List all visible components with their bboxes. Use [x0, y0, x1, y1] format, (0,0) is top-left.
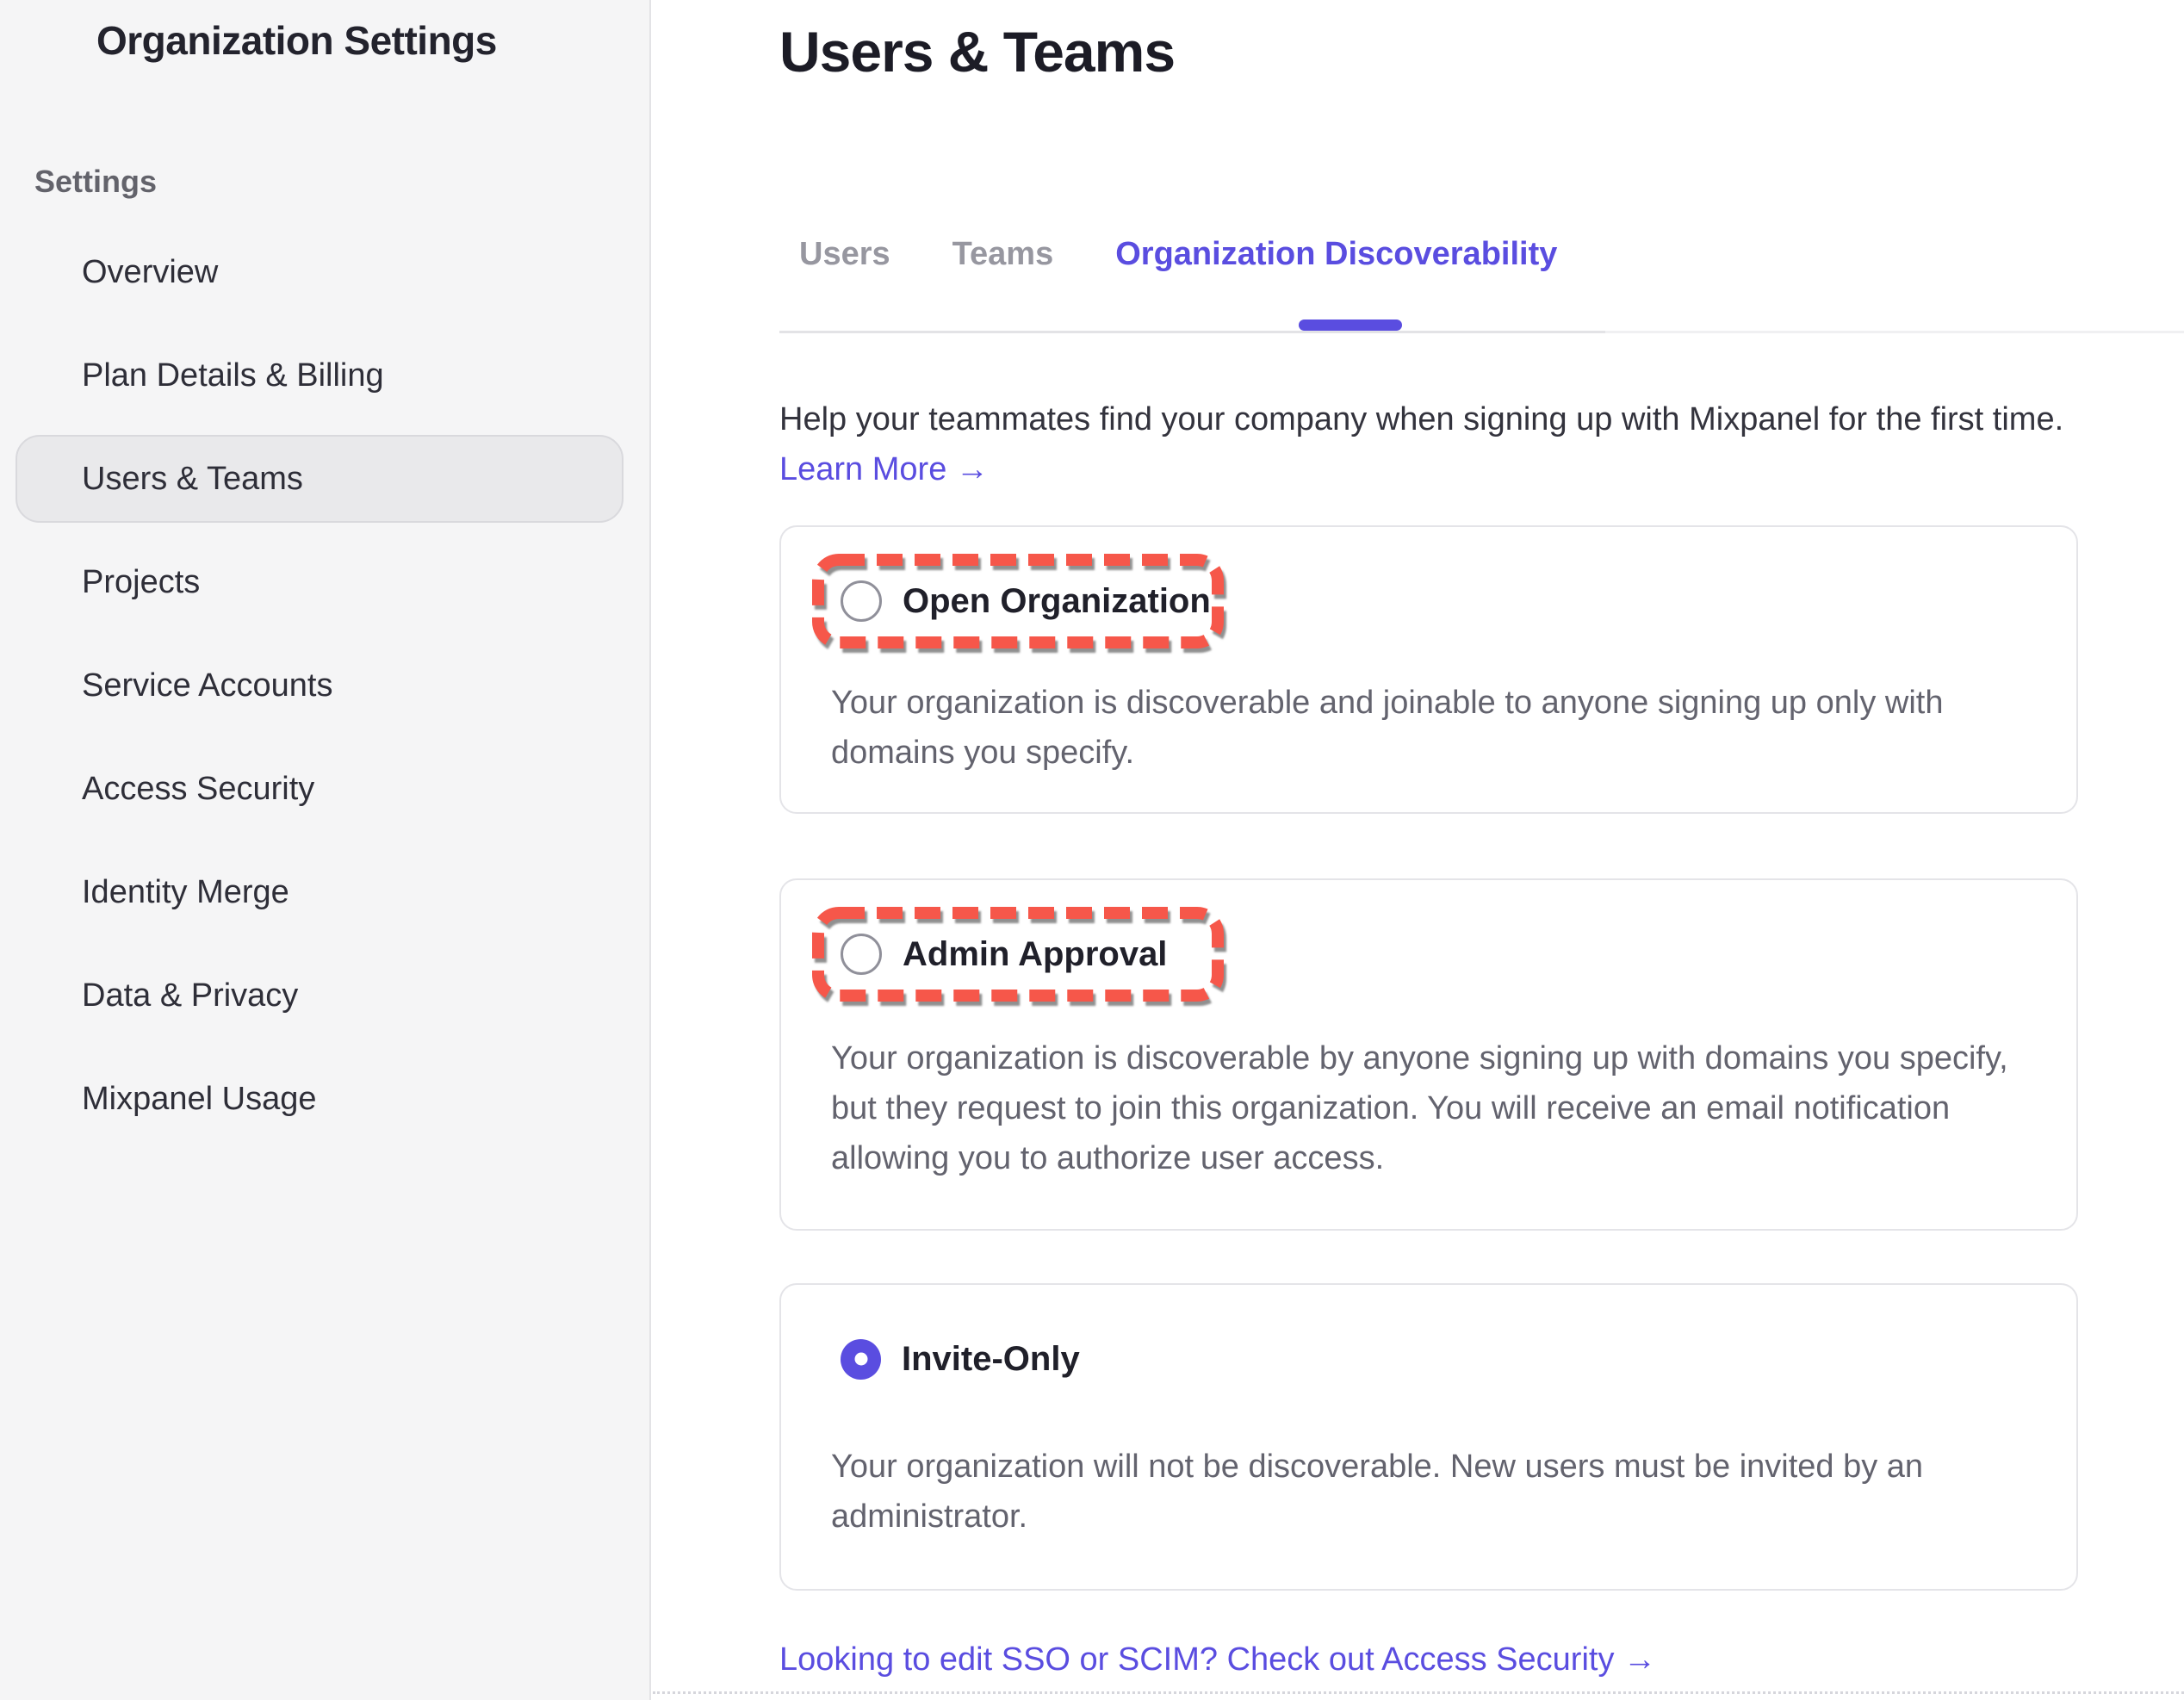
tab-bar-divider-extension	[1605, 331, 2184, 333]
option-admin-approval[interactable]: Admin Approval	[811, 906, 1225, 1002]
sidebar-item-mixpanel-usage[interactable]: Mixpanel Usage	[16, 1055, 624, 1143]
intro-text: Help your teammates find your company wh…	[779, 394, 2184, 444]
active-tab-indicator	[1299, 320, 1402, 331]
option-invite-only[interactable]: Invite-Only	[811, 1311, 1225, 1407]
learn-more-label: Learn More	[779, 451, 946, 487]
sidebar-item-users-teams[interactable]: Users & Teams	[16, 435, 624, 523]
sidebar-nav: Overview Plan Details & Billing Users & …	[0, 228, 649, 1143]
sidebar-item-label: Identity Merge	[82, 874, 289, 911]
option-title: Open Organization	[903, 582, 1211, 621]
sidebar-item-label: Overview	[82, 254, 218, 291]
tab-bar-divider	[779, 331, 1605, 333]
option-title: Admin Approval	[903, 935, 1167, 974]
sidebar-title: Organization Settings	[0, 0, 649, 64]
sidebar-item-projects[interactable]: Projects	[16, 538, 624, 626]
option-card-admin-approval: Admin Approval Your organization is disc…	[779, 878, 2078, 1231]
arrow-right-icon: →	[956, 451, 989, 487]
sidebar-item-label: Service Accounts	[82, 667, 332, 704]
tab-teams[interactable]: Teams	[952, 236, 1054, 273]
sidebar-section-label: Settings	[34, 164, 649, 200]
sidebar-item-label: Users & Teams	[82, 461, 303, 498]
option-description: Your organization is discoverable and jo…	[831, 678, 2054, 778]
option-open-organization[interactable]: Open Organization	[811, 553, 1225, 649]
sidebar-item-label: Access Security	[82, 771, 314, 808]
option-description: Your organization will not be discoverab…	[831, 1442, 2054, 1542]
tab-bar: Users Teams Organization Discoverability	[799, 236, 1557, 273]
page-title: Users & Teams	[779, 19, 1175, 84]
learn-more-link[interactable]: Learn More →	[779, 451, 989, 488]
sidebar-item-label: Mixpanel Usage	[82, 1081, 316, 1118]
radio-invite-only-selected[interactable]	[841, 1339, 881, 1380]
arrow-right-icon: →	[1623, 1641, 1656, 1678]
radio-open-organization[interactable]	[841, 580, 882, 622]
bottom-dotted-divider	[653, 1691, 2184, 1694]
sidebar-item-data-privacy[interactable]: Data & Privacy	[16, 952, 624, 1039]
sidebar-item-identity-merge[interactable]: Identity Merge	[16, 848, 624, 936]
tab-organization-discoverability[interactable]: Organization Discoverability	[1115, 236, 1557, 273]
sidebar-item-plan-details-billing[interactable]: Plan Details & Billing	[16, 332, 624, 419]
access-security-link[interactable]: Looking to edit SSO or SCIM? Check out A…	[779, 1641, 1656, 1678]
main-content: Users & Teams Users Teams Organization D…	[653, 0, 2184, 1700]
tab-users[interactable]: Users	[799, 236, 890, 273]
access-security-link-label: Looking to edit SSO or SCIM? Check out A…	[779, 1641, 1614, 1678]
option-card-open-organization: Open Organization Your organization is d…	[779, 525, 2078, 814]
sidebar-item-service-accounts[interactable]: Service Accounts	[16, 642, 624, 729]
sidebar-item-label: Projects	[82, 564, 200, 601]
radio-admin-approval[interactable]	[841, 934, 882, 975]
sidebar: Organization Settings Settings Overview …	[0, 0, 651, 1700]
sidebar-item-label: Data & Privacy	[82, 977, 298, 1014]
option-card-invite-only: Invite-Only Your organization will not b…	[779, 1283, 2078, 1591]
sidebar-item-overview[interactable]: Overview	[16, 228, 624, 316]
sidebar-item-access-security[interactable]: Access Security	[16, 745, 624, 833]
option-title: Invite-Only	[902, 1340, 1080, 1379]
option-description: Your organization is discoverable by any…	[831, 1033, 2054, 1183]
sidebar-item-label: Plan Details & Billing	[82, 357, 384, 394]
